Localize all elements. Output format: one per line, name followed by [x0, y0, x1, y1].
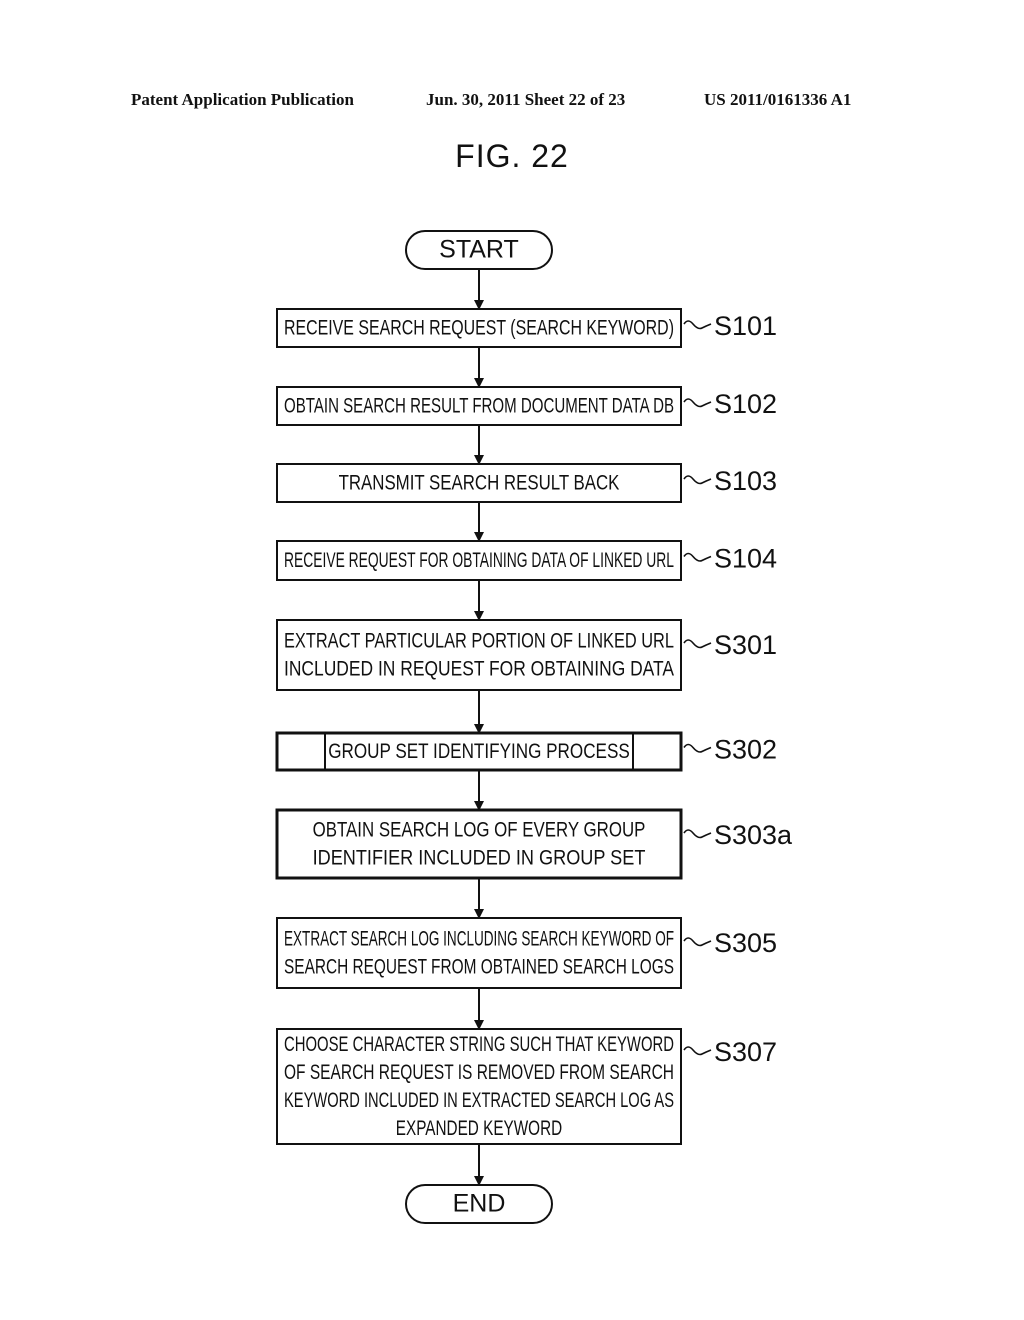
leader-tilde-icon: [683, 552, 712, 562]
step-text-s307: KEYWORD INCLUDED IN EXTRACTED SEARCH LOG…: [284, 1089, 674, 1112]
leader-tilde-icon: [683, 743, 712, 753]
step-text-s307: CHOOSE CHARACTER STRING SUCH THAT KEYWOR…: [284, 1033, 674, 1056]
leader-tilde-icon: [683, 475, 712, 485]
leader-tilde-icon: [683, 937, 712, 947]
step-label-s305: S305: [714, 928, 777, 958]
flowchart: START RECEIVE SEARCH REQUEST (SEARCH KEYW…: [275, 230, 793, 1224]
leader-tilde-icon: [683, 320, 712, 330]
leader-tilde-icon: [683, 1046, 712, 1056]
start-terminal-label: START: [439, 236, 519, 264]
step-label-s303a: S303a: [714, 820, 793, 850]
step-text-s303a: IDENTIFIER INCLUDED IN GROUP SET: [313, 847, 646, 870]
step-text-s307: EXPANDED KEYWORD: [396, 1117, 562, 1140]
step-text-s305: EXTRACT SEARCH LOG INCLUDING SEARCH KEYW…: [284, 928, 674, 951]
step-text-s303a: OBTAIN SEARCH LOG OF EVERY GROUP: [313, 819, 646, 842]
step-text-s301: EXTRACT PARTICULAR PORTION OF LINKED URL: [284, 630, 674, 653]
leader-tilde-icon: [683, 829, 712, 839]
step-label-s104: S104: [714, 544, 777, 574]
step-text-s301: INCLUDED IN REQUEST FOR OBTAINING DATA: [284, 658, 674, 681]
step-text-s305: SEARCH REQUEST FROM OBTAINED SEARCH LOGS: [284, 956, 674, 979]
step-text-s101: RECEIVE SEARCH REQUEST (SEARCH KEYWORD): [284, 317, 674, 340]
step-text-s104: RECEIVE REQUEST FOR OBTAINING DATA OF LI…: [284, 549, 674, 572]
step-label-s103: S103: [714, 466, 777, 496]
step-label-s307: S307: [714, 1037, 777, 1067]
step-text-s307: OF SEARCH REQUEST IS REMOVED FROM SEARCH: [284, 1061, 674, 1084]
step-label-s102: S102: [714, 389, 777, 419]
step-text-s302: GROUP SET IDENTIFYING PROCESS: [328, 740, 630, 763]
step-label-s101: S101: [714, 311, 777, 341]
step-text-s103: TRANSMIT SEARCH RESULT BACK: [339, 472, 620, 495]
step-label-s301: S301: [714, 630, 777, 660]
leader-tilde-icon: [683, 639, 712, 649]
leader-tilde-icon: [683, 398, 712, 408]
step-text-s102: OBTAIN SEARCH RESULT FROM DOCUMENT DATA …: [284, 395, 674, 418]
end-terminal-label: END: [453, 1190, 506, 1218]
step-label-s302: S302: [714, 735, 777, 765]
